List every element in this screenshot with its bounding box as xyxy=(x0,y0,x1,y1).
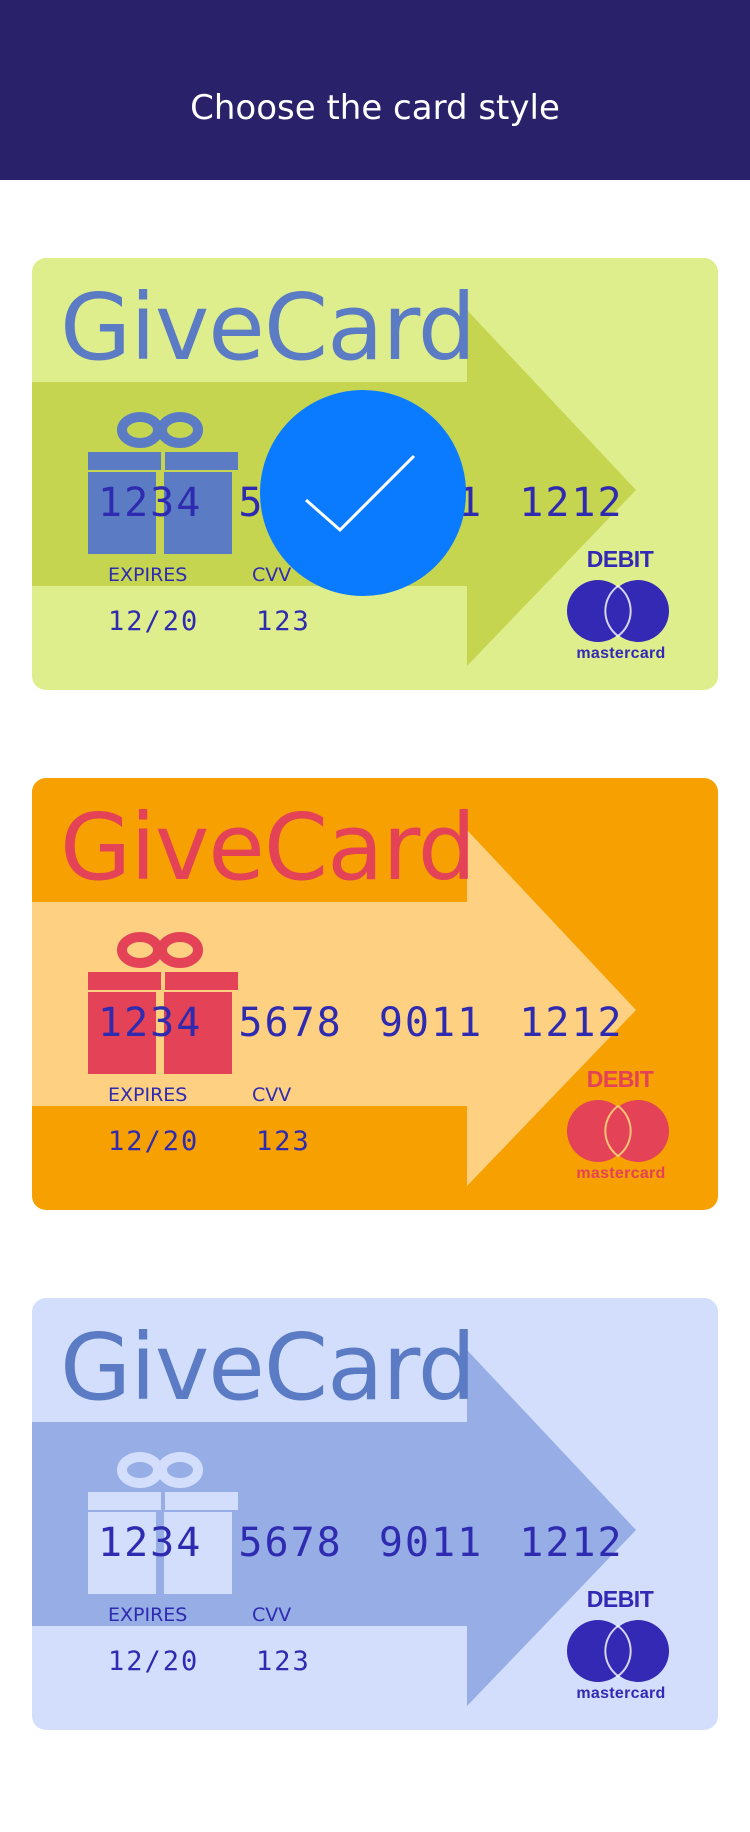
card-brand-name: GiveCard xyxy=(60,794,476,901)
mastercard-logo-icon xyxy=(567,1620,669,1682)
card-brand-name: GiveCard xyxy=(60,1314,476,1421)
selected-check-badge xyxy=(260,390,466,596)
cvv-value: 123 xyxy=(256,1646,311,1677)
cvv-label: CVV xyxy=(252,1604,292,1626)
debit-label: DEBIT xyxy=(586,1066,654,1092)
mastercard-wordmark: mastercard xyxy=(576,1685,666,1702)
debit-label: DEBIT xyxy=(586,546,654,572)
expires-value: 12/20 xyxy=(108,606,200,637)
expires-label: EXPIRES xyxy=(108,564,188,586)
card-style-orange[interactable]: GiveCard 1234 5678 9011 1212 EXPIRES CVV… xyxy=(32,778,718,1210)
mastercard-wordmark: mastercard xyxy=(576,1165,666,1182)
checkmark-icon xyxy=(305,454,416,533)
expires-label: EXPIRES xyxy=(108,1084,188,1106)
card-number: 1234 5678 9011 1212 xyxy=(98,1520,624,1566)
page-title: Choose the card style xyxy=(190,88,560,128)
cvv-value: 123 xyxy=(256,1126,311,1157)
mastercard-wordmark: mastercard xyxy=(576,645,666,662)
expires-value: 12/20 xyxy=(108,1646,200,1677)
card-number: 1234 5678 9011 1212 xyxy=(98,1000,624,1046)
mastercard-logo-icon xyxy=(567,1100,669,1162)
expires-label: EXPIRES xyxy=(108,1604,188,1626)
mastercard-logo-icon xyxy=(567,580,669,642)
card-style-blue[interactable]: GiveCard 1234 5678 9011 1212 EXPIRES CVV… xyxy=(32,1298,718,1730)
card-brand-name: GiveCard xyxy=(60,274,476,381)
card-style-green[interactable]: GiveCard 1234 5678 9011 1212 EXPIRES CVV… xyxy=(32,258,718,690)
cvv-label: CVV xyxy=(252,1084,292,1106)
cvv-value: 123 xyxy=(256,606,311,637)
debit-label: DEBIT xyxy=(586,1586,654,1612)
header-bar: Choose the card style xyxy=(0,0,750,180)
expires-value: 12/20 xyxy=(108,1126,200,1157)
